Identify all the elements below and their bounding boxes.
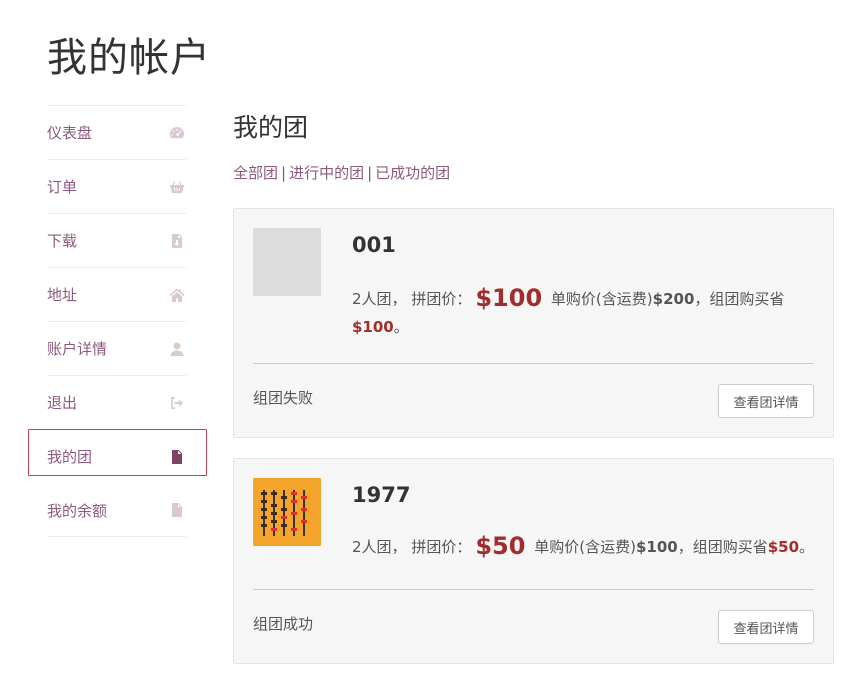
sentence-end: 。 [799, 538, 815, 556]
save-label: ，组团购买省 [677, 538, 768, 556]
single-price-label: 单购价(含运费) [534, 538, 636, 556]
sidebar-item-account-details[interactable]: 账户详情 [47, 321, 186, 375]
sidebar-item-downloads[interactable]: 下载 [47, 213, 186, 267]
single-price: $200 [652, 290, 695, 308]
view-group-details-button[interactable]: 查看团详情 [718, 384, 814, 418]
sidebar-item-my-groups[interactable]: 我的团 [28, 429, 207, 483]
view-group-details-button[interactable]: 查看团详情 [718, 610, 814, 644]
group-filter-links: 全部团 | 进行中的团 | 已成功的团 [233, 162, 450, 183]
sidebar-item-label: 退出 [47, 394, 78, 412]
sidebar-item-my-balance[interactable]: 我的余额 [47, 483, 186, 537]
single-price-label: 单购价(含运费) [550, 290, 653, 308]
filter-successful-link[interactable]: 已成功的团 [375, 164, 450, 182]
group-price-label: 拼团价： [411, 538, 472, 556]
filter-in-progress-link[interactable]: 进行中的团 [289, 164, 364, 182]
team-size: 2人团， [352, 290, 407, 308]
save-amount: $50 [767, 538, 800, 556]
sidebar-item-orders[interactable]: 订单 [47, 159, 186, 213]
group-status: 组团成功 [253, 615, 314, 633]
product-name: 1977 [352, 483, 411, 507]
document-icon [168, 448, 186, 466]
sidebar-item-label: 我的余额 [47, 501, 108, 520]
product-name: 001 [352, 233, 396, 257]
group-price: $50 [475, 532, 526, 560]
sidebar-item-label: 下载 [47, 232, 78, 250]
basket-icon [168, 178, 186, 196]
sidebar-item-logout[interactable]: 退出 [47, 375, 186, 429]
team-size: 2人团， [352, 538, 407, 556]
abacus-icon [261, 490, 307, 536]
sidebar-item-label: 我的团 [47, 448, 93, 466]
dashboard-icon [168, 124, 186, 142]
user-icon [168, 340, 186, 358]
account-sidebar: 仪表盘 订单 下载 地址 账户详情 退出 我的团 我的余额 [28, 105, 207, 537]
home-icon [168, 286, 186, 304]
save-label: ，组团购买省 [694, 290, 785, 308]
group-card: 1977 2人团， 拼团价： $50 单购价(含运费)$100，组团购买省$50。… [233, 458, 834, 664]
file-download-icon [168, 232, 186, 250]
card-divider [253, 589, 814, 590]
group-price-info: 2人团， 拼团价： $50 单购价(含运费)$100，组团购买省$50。 [352, 532, 822, 561]
sidebar-item-label: 订单 [47, 178, 78, 196]
sign-out-icon [168, 394, 186, 412]
section-title: 我的团 [233, 113, 309, 142]
sentence-end: 。 [393, 318, 409, 336]
group-price-label: 拼团价： [411, 290, 472, 308]
product-thumbnail-abacus [253, 478, 321, 546]
save-amount: $100 [352, 318, 394, 336]
document-icon [168, 501, 186, 519]
group-price-info: 2人团， 拼团价： $100 单购价(含运费)$200，组团购买省 $100。 [352, 284, 822, 341]
sidebar-item-address[interactable]: 地址 [47, 267, 186, 321]
page-title: 我的帐户 [47, 35, 211, 81]
card-divider [253, 363, 814, 364]
sidebar-item-label: 地址 [47, 286, 78, 304]
single-price: $100 [635, 538, 678, 556]
filter-separator: | [367, 164, 373, 182]
filter-all-groups-link[interactable]: 全部团 [233, 164, 278, 182]
group-card: 001 2人团， 拼团价： $100 单购价(含运费)$200，组团购买省 $10… [233, 208, 834, 438]
filter-separator: | [281, 164, 287, 182]
group-status: 组团失败 [253, 389, 314, 407]
sidebar-item-label: 账户详情 [47, 340, 108, 358]
sidebar-item-label: 仪表盘 [47, 124, 93, 142]
product-thumbnail-placeholder [253, 228, 321, 296]
group-price: $100 [475, 284, 543, 312]
sidebar-item-dashboard[interactable]: 仪表盘 [47, 105, 186, 159]
